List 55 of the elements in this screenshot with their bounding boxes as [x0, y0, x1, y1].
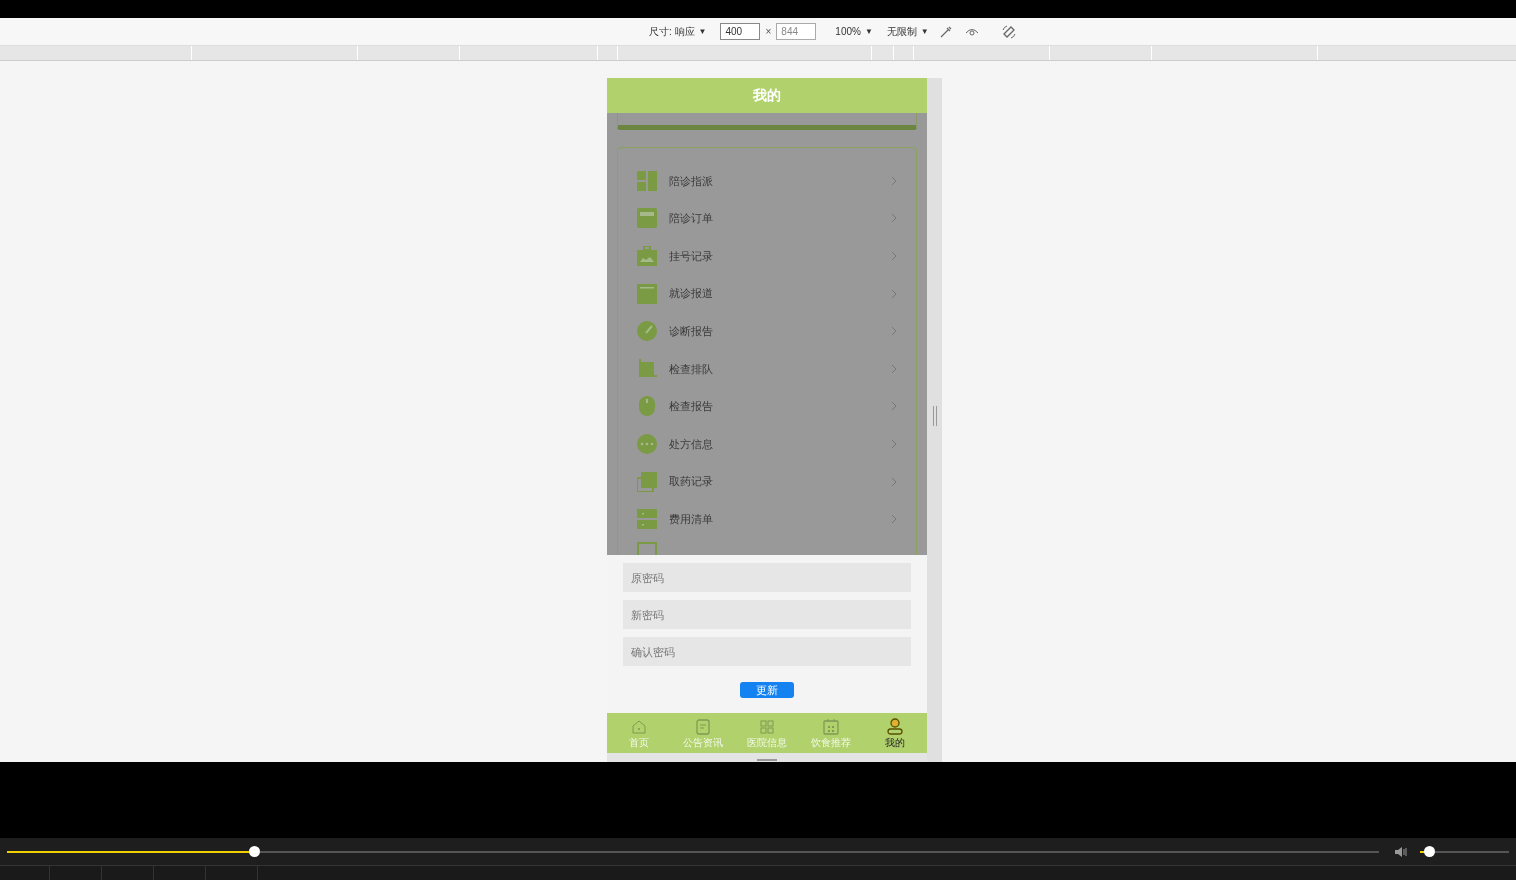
chevron-right-icon	[891, 438, 897, 449]
chevron-right-icon	[891, 175, 897, 186]
mouse-icon	[637, 396, 657, 417]
chevron-right-icon	[891, 363, 897, 374]
tab[interactable]: 我的	[863, 713, 927, 753]
menu-item[interactable]: 检查报告	[637, 387, 897, 426]
width-field[interactable]: 400	[720, 23, 761, 40]
chevron-right-icon	[891, 213, 897, 224]
storefront-icon	[637, 208, 657, 229]
page-title: 我的	[607, 78, 927, 113]
chevron-right-icon	[891, 514, 897, 525]
chevron-right-icon	[891, 326, 897, 337]
menu-item[interactable]: 诊断报告	[637, 312, 897, 350]
drawer-icon	[637, 509, 657, 530]
resize-handle[interactable]	[933, 406, 937, 426]
password-field[interactable]: 原密码	[623, 563, 911, 592]
eyedropper-icon[interactable]	[938, 24, 953, 39]
chevron-right-icon	[891, 251, 897, 261]
menu-item[interactable]: 陪诊订单	[637, 199, 897, 238]
menu-item[interactable]: 处方信息	[637, 425, 897, 463]
briefcase-icon	[637, 246, 657, 266]
menu-item[interactable]: 挂号记录	[637, 237, 897, 275]
chevron-right-icon	[891, 288, 897, 299]
slider-thumb[interactable]	[1423, 845, 1435, 857]
drag-handle[interactable]	[757, 759, 777, 761]
throttle-dropdown[interactable]: 无限制 ▼	[886, 24, 929, 39]
gauge-icon	[637, 321, 657, 342]
rotate-icon[interactable]	[1000, 23, 1017, 40]
volume-icon[interactable]	[1394, 845, 1409, 858]
grid-icon	[758, 717, 776, 736]
menu-item[interactable]: 就诊报道	[637, 274, 897, 313]
password-field[interactable]: 新密码	[623, 600, 911, 629]
box-icon	[637, 283, 657, 304]
menu-item[interactable]: 检查排队	[637, 349, 897, 388]
eye-icon[interactable]	[964, 26, 979, 37]
chevron-right-icon	[891, 476, 897, 487]
times-sign: ×	[765, 25, 772, 39]
folders-icon	[637, 471, 657, 492]
size-dropdown[interactable]: 尺寸: 响应 ▼	[649, 24, 707, 39]
height-field[interactable]: 844	[776, 23, 817, 40]
chevron-right-icon	[891, 401, 897, 412]
menu-item[interactable]: 陪诊指派	[637, 162, 897, 200]
password-field[interactable]: 确认密码	[623, 637, 911, 666]
crop-icon	[637, 358, 657, 379]
document-icon	[694, 717, 712, 736]
message-icon	[637, 541, 657, 555]
menu-item[interactable]: 取药记录	[637, 462, 897, 501]
dots-icon	[637, 433, 657, 454]
slider-thumb[interactable]	[248, 845, 260, 857]
menu-item[interactable]: 费用清单	[637, 500, 897, 538]
tiles-icon	[637, 170, 657, 191]
user-icon	[886, 717, 904, 736]
calendar-icon	[822, 717, 840, 736]
update-button[interactable]: 更新	[740, 682, 794, 698]
zoom-dropdown[interactable]: 100% ▼	[835, 24, 873, 39]
